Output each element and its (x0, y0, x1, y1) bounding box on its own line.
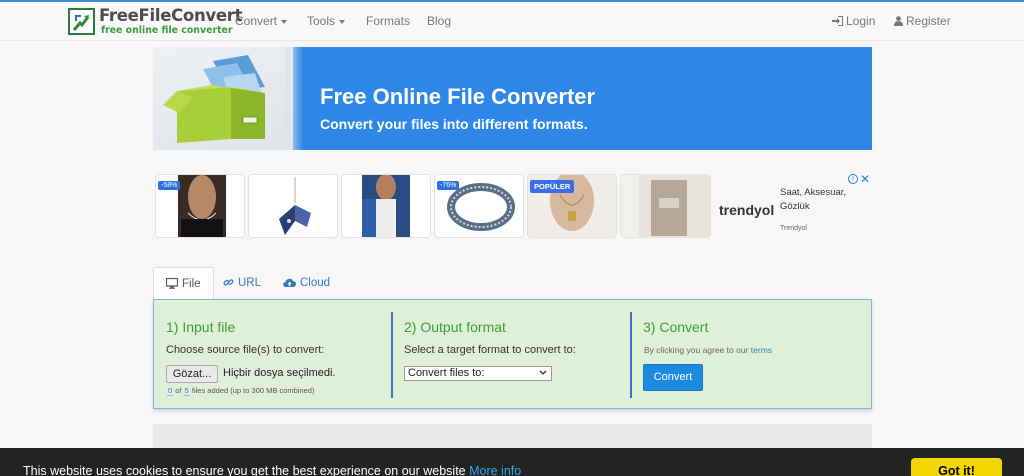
nav-tools-dropdown[interactable]: Tools (307, 14, 346, 28)
cookie-banner: This website uses cookies to ensure you … (0, 448, 1024, 476)
cookie-more-info-link[interactable]: More info (469, 464, 521, 476)
files-added-note: 0 of 5 files added (up to 300 MB combine… (167, 386, 315, 396)
hero-banner: Free Online File Converter Convert your … (153, 47, 872, 150)
files-max: 5 (183, 386, 190, 396)
browse-file-button[interactable]: Gözat... (166, 365, 218, 383)
source-tabs: File URL Cloud (153, 267, 872, 300)
nav-convert-label: Convert (235, 14, 278, 28)
files-of: of (175, 386, 182, 395)
nav-tools-label: Tools (307, 14, 336, 28)
ad-popular-tag: POPÜLER (530, 180, 575, 193)
tab-cloud[interactable]: Cloud (271, 267, 342, 300)
ad-brand-name: trendyol (719, 202, 775, 218)
cloud-upload-icon (283, 278, 296, 288)
convert-panel: 1) Input file Choose source file(s) to c… (153, 299, 872, 409)
ad-product-ring[interactable]: -76% (434, 174, 524, 238)
ad-product-butterfly[interactable] (248, 174, 338, 238)
column-divider (391, 312, 393, 398)
ad-description-line2: Gözlük (780, 201, 810, 212)
tab-cloud-label: Cloud (300, 277, 331, 289)
monitor-icon (165, 277, 179, 289)
nav-blog-link[interactable]: Blog (427, 14, 451, 28)
chevron-down-icon (539, 370, 547, 375)
ad-product-pendant[interactable]: POPÜLER (527, 174, 617, 238)
files-added-text: files added (up to 300 MB combined) (191, 386, 315, 395)
user-icon (894, 16, 903, 26)
step-input-title: 1) Input file (166, 319, 236, 335)
step-output-title: 2) Output format (404, 319, 506, 335)
file-box-illustration (153, 47, 293, 150)
ad-product-cardigan[interactable] (341, 174, 431, 238)
output-format-value: Convert files to: (408, 367, 485, 379)
step-convert-title: 3) Convert (643, 319, 709, 335)
banner-title: Free Online File Converter (320, 84, 596, 109)
tab-url[interactable]: URL (211, 267, 273, 300)
terms-agreement: By clicking you agree to our terms (644, 345, 772, 355)
caret-down-icon (339, 19, 346, 24)
sign-in-icon (832, 16, 843, 26)
column-divider (630, 312, 632, 398)
tab-file-label: File (182, 278, 201, 290)
no-file-selected-text: Hiçbir dosya seçilmedi. (223, 367, 336, 379)
ad-footer: Trendyol (780, 225, 807, 232)
cookie-accept-button[interactable]: Got it! (911, 458, 1002, 476)
ad-discount-badge: -58% (158, 181, 181, 190)
login-label: Login (846, 14, 876, 28)
ad-product-necklace[interactable]: -58% (155, 174, 245, 238)
files-count: 0 (167, 386, 174, 396)
tab-url-label: URL (238, 277, 262, 289)
tab-file[interactable]: File (153, 267, 214, 300)
top-navbar: FreeFileConvert free online file convert… (0, 0, 1024, 41)
register-link[interactable]: Register (894, 14, 951, 28)
banner-subtitle: Convert your files into different format… (320, 116, 588, 132)
logo-title: FreeFileConvert (99, 6, 243, 25)
nav-convert-dropdown[interactable]: Convert (235, 14, 288, 28)
link-icon (223, 279, 234, 286)
ad-discount-badge: -76% (437, 181, 460, 190)
ad-product-bag[interactable] (639, 174, 711, 238)
terms-link[interactable]: terms (751, 345, 772, 355)
output-format-select[interactable]: Convert files to: (404, 366, 552, 381)
login-link[interactable]: Login (832, 14, 875, 28)
banner-fade (285, 47, 303, 150)
register-label: Register (906, 14, 951, 28)
cookie-message: This website uses cookies to ensure you … (23, 464, 521, 476)
nav-formats-link[interactable]: Formats (366, 14, 410, 28)
close-icon[interactable]: ✕ (860, 172, 870, 186)
caret-down-icon (281, 19, 288, 24)
info-icon[interactable]: i (848, 174, 858, 184)
convert-button[interactable]: Convert (643, 364, 703, 391)
ad-description-line1: Saat, Aksesuar, (780, 187, 847, 198)
cookie-message-text: This website uses cookies to ensure you … (23, 464, 466, 476)
site-logo[interactable]: FreeFileConvert free online file convert… (68, 6, 242, 38)
advertisement[interactable]: -58% -76% POPÜLER trendyol Saat, Aksesua… (153, 172, 872, 242)
step-output-text: Select a target format to convert to: (404, 344, 576, 356)
step-input-text: Choose source file(s) to convert: (166, 344, 325, 356)
logo-mark-icon (68, 8, 95, 35)
logo-subtitle: free online file converter (101, 25, 233, 36)
terms-agreement-text: By clicking you agree to our (644, 345, 749, 355)
